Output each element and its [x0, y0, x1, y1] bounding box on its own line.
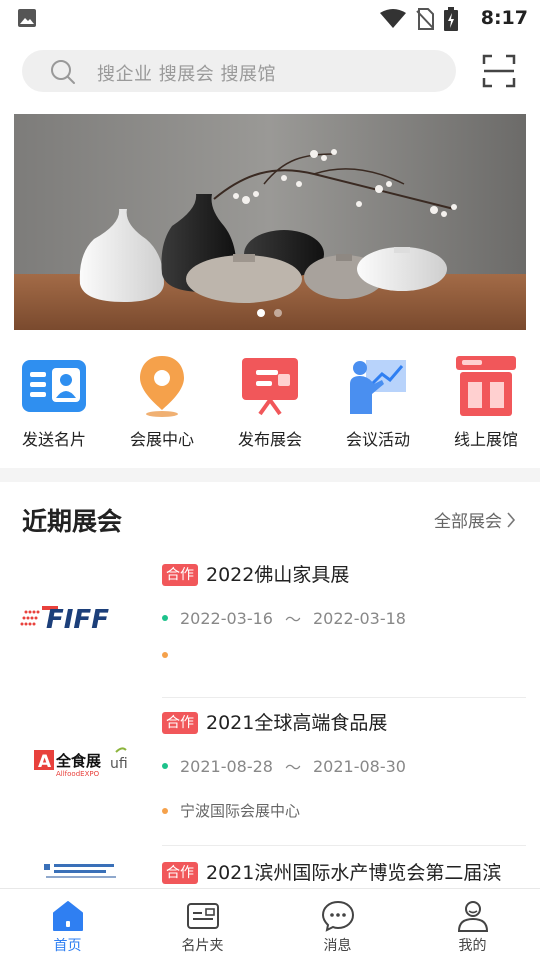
status-icons: [380, 7, 458, 31]
user-icon: [457, 901, 488, 932]
allfood-expo-logo: A 全食展 AllfoodEXPO ufi: [34, 747, 128, 778]
banner-image: [14, 114, 526, 330]
row-divider: [162, 845, 526, 846]
all-expos-label: 全部展会: [434, 512, 502, 532]
status-bar: 8:17: [0, 0, 540, 36]
tab-profile[interactable]: 我的: [405, 889, 540, 955]
expo-dates: 2022-03-16 ～ 2022-03-18: [162, 606, 406, 630]
expo-start-date: 2022-03-16: [180, 608, 273, 628]
tab-label: 名片夹: [181, 938, 224, 954]
menu-meetings[interactable]: 会议活动: [324, 350, 432, 450]
no-sim-icon: [416, 8, 434, 30]
menu-send-card[interactable]: 发送名片: [0, 350, 108, 450]
menu-label: 发送名片: [21, 430, 86, 449]
status-time: 8:17: [480, 7, 528, 29]
battery-charging-icon: [444, 7, 458, 31]
online-hall-icon: [456, 356, 516, 416]
publish-board-icon: [242, 358, 298, 416]
expo-end-date: 2021-08-30: [313, 756, 406, 776]
tab-label: 我的: [458, 938, 487, 954]
expo-venue: 宁波国际会展中心: [162, 800, 300, 821]
menu-label: 会议活动: [345, 430, 410, 449]
card-holder-icon: [186, 903, 219, 929]
expo-item[interactable]: FIFF 合作 2022佛山家具展 2022-03-16 ～ 2022-03-1…: [0, 550, 540, 698]
venue-dot: [162, 807, 168, 814]
date-dot: [162, 615, 168, 621]
expo-name: 2021滨州国际水产博览会第二届滨: [206, 862, 502, 884]
tab-home[interactable]: 首页: [0, 889, 135, 955]
all-expos-link[interactable]: 全部展会: [434, 507, 516, 532]
search-placeholder: 搜企业 搜展会 搜展馆: [97, 64, 276, 85]
menu-label: 会展中心: [129, 430, 194, 449]
partner-tag: 合作: [162, 564, 198, 586]
carousel-dot[interactable]: [274, 309, 282, 317]
bottom-tab-bar: 首页 名片夹 消息 我的: [0, 888, 540, 960]
tab-label: 首页: [53, 938, 82, 954]
expo-name: 2021全球高端食品展: [206, 712, 388, 734]
expo-item[interactable]: A 全食展 AllfoodEXPO ufi 合作 2021全球高端食品展 202…: [0, 698, 540, 846]
presentation-icon: [350, 360, 406, 414]
venue-name: 宁波国际会展中心: [180, 802, 301, 820]
tab-card-holder[interactable]: 名片夹: [135, 889, 270, 955]
logo-subtext: AllfoodEXPO: [56, 770, 100, 778]
expo-end-date: 2022-03-18: [313, 608, 406, 628]
search-icon: [51, 60, 75, 84]
logo-text: FIFF: [46, 605, 109, 635]
date-dot: [162, 763, 168, 769]
date-separator: ～: [284, 758, 301, 777]
expo-start-date: 2021-08-28: [180, 756, 273, 776]
partner-tag: 合作: [162, 862, 198, 884]
section-title: 近期展会: [22, 507, 123, 536]
ufi-logo-text: ufi: [110, 756, 128, 772]
date-separator: ～: [284, 610, 301, 629]
scan-icon[interactable]: [482, 54, 516, 88]
location-pin-icon: [140, 356, 184, 417]
tab-messages[interactable]: 消息: [270, 889, 405, 955]
wifi-icon: [380, 9, 406, 28]
carousel-indicator: [257, 309, 282, 317]
fiff-logo: FIFF: [20, 605, 109, 635]
menu-online-hall[interactable]: 线上展馆: [432, 350, 540, 450]
expo-name: 2022佛山家具展: [206, 564, 350, 586]
menu-label: 线上展馆: [453, 430, 518, 449]
chevron-right-icon: [507, 511, 516, 528]
svg-text:A: A: [38, 752, 52, 772]
logo-text: 全食展: [55, 752, 101, 770]
search-bar[interactable]: 搜企业 搜展会 搜展馆: [22, 50, 456, 92]
expo-dates: 2021-08-28 ～ 2021-08-30: [162, 754, 406, 778]
venue-dot: [162, 652, 168, 658]
quick-menu: 发送名片 会展中心 发布展会 会议活动 线上展馆: [0, 350, 540, 450]
banner-carousel[interactable]: [14, 114, 526, 330]
tab-label: 消息: [323, 938, 352, 954]
expo-venue: [162, 652, 180, 658]
app-screen: 8:17 搜企业 搜展会 搜展馆 发送名片 会展中心 发布展会 会议活动 线上展…: [0, 0, 540, 960]
message-icon: [321, 900, 354, 932]
menu-exhibition-center[interactable]: 会展中心: [108, 350, 216, 450]
partner-tag: 合作: [162, 712, 198, 734]
menu-label: 发布展会: [237, 430, 302, 449]
carousel-dot[interactable]: [257, 309, 265, 317]
image-notification-icon: [18, 9, 36, 27]
business-card-icon: [22, 360, 86, 412]
menu-publish-expo[interactable]: 发布展会: [216, 350, 324, 450]
home-icon: [52, 901, 83, 931]
section-divider: [0, 468, 540, 482]
